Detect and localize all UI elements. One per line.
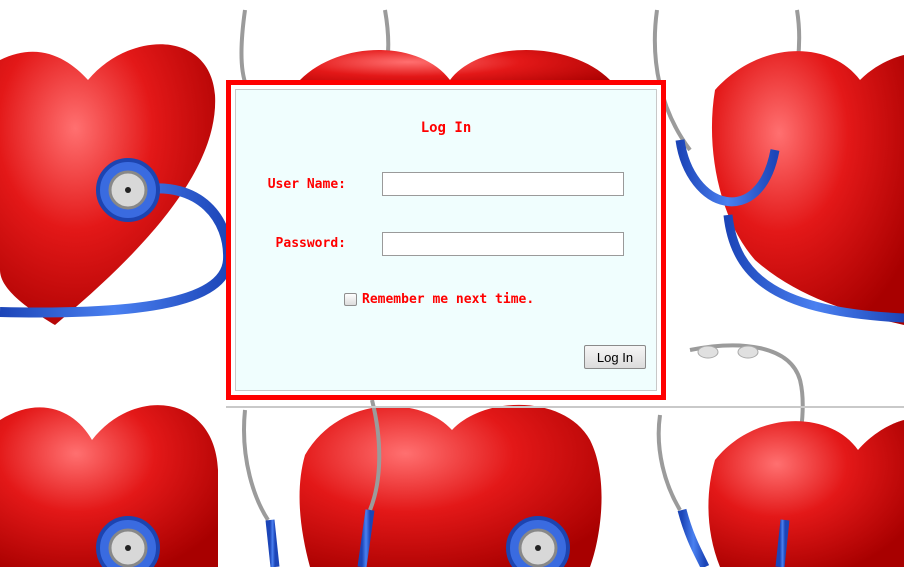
remember-me-checkbox[interactable] — [344, 293, 357, 306]
remember-me-row[interactable]: Remember me next time. — [344, 292, 534, 307]
login-title: Log In — [420, 120, 472, 136]
password-label: Password: — [275, 236, 346, 251]
heart-shape — [711, 51, 904, 325]
login-frame: Log In User Name: Password: Remember me … — [226, 80, 666, 400]
stethoscope-tube — [677, 508, 710, 567]
horizontal-divider — [226, 406, 904, 408]
login-button[interactable]: Log In — [584, 345, 646, 369]
login-panel: Log In User Name: Password: Remember me … — [235, 89, 657, 391]
stethoscope-tube — [265, 519, 280, 567]
stethoscope-earpiece — [697, 345, 719, 359]
stethoscope-wire — [242, 409, 270, 522]
username-input[interactable] — [382, 172, 624, 196]
stethoscope-wire — [656, 414, 682, 512]
stethoscope-earpiece — [737, 345, 759, 359]
username-label: User Name: — [267, 177, 346, 192]
password-input[interactable] — [382, 232, 624, 256]
heart-shape — [708, 420, 904, 567]
remember-me-label[interactable]: Remember me next time. — [362, 292, 534, 307]
stethoscope-tube — [775, 519, 790, 567]
